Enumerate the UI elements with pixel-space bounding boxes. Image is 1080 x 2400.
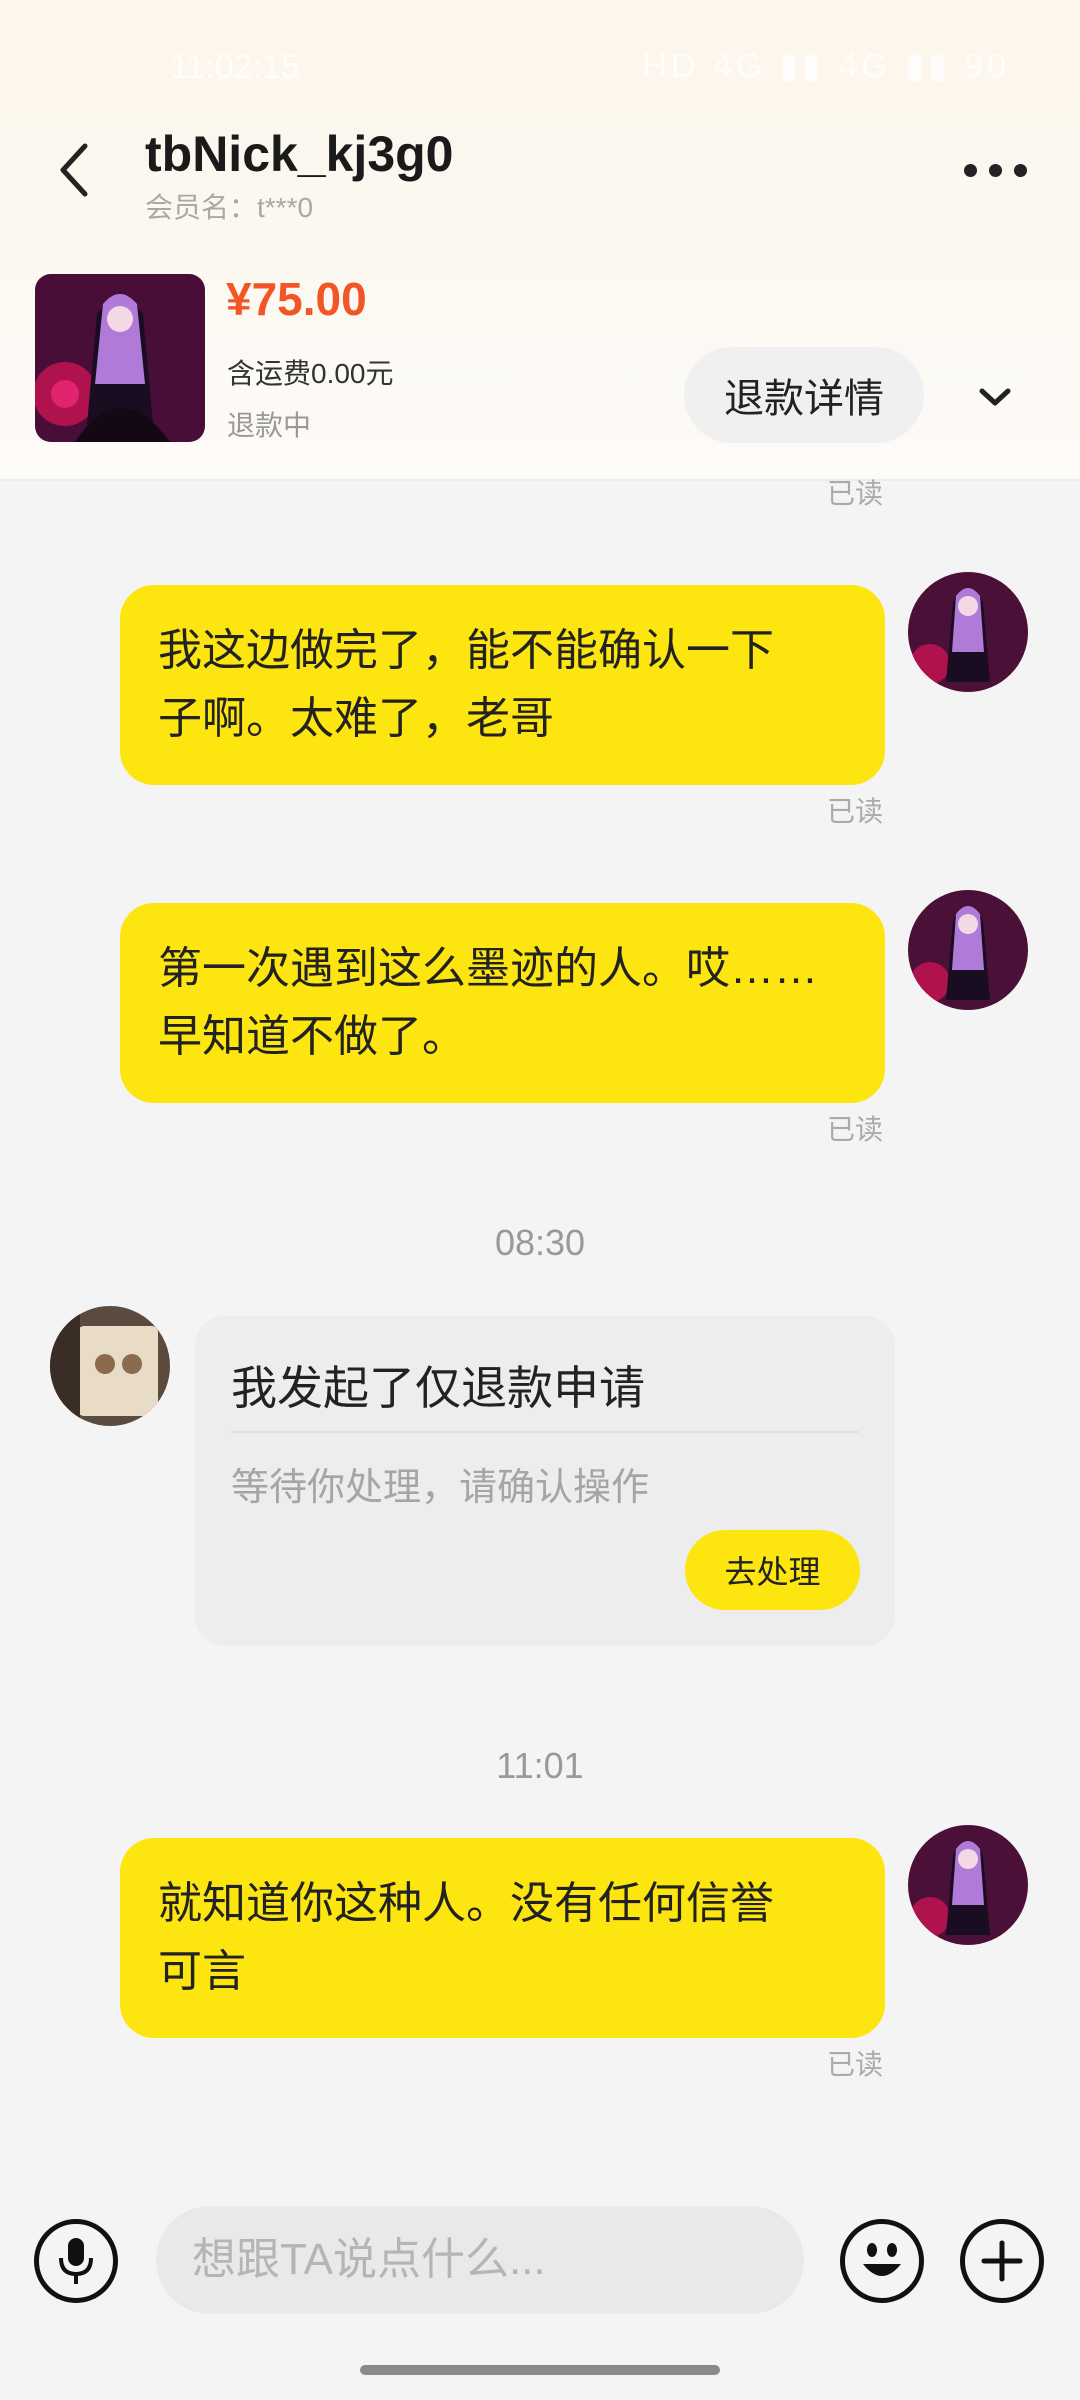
emoji-button[interactable]: [840, 2219, 924, 2303]
microphone-icon: [59, 2238, 93, 2284]
chevron-down-icon: [979, 388, 1011, 406]
message-text-line: 子啊。太难了，老哥: [158, 694, 554, 743]
message-text-line: 可言: [158, 1947, 246, 1996]
my-avatar[interactable]: [908, 1825, 1028, 1945]
order-status: 退款中: [227, 410, 312, 441]
my-avatar[interactable]: [908, 572, 1028, 692]
card-divider: [231, 1431, 859, 1433]
message-bubble[interactable]: 就知道你这种人。没有任何信誉 可言: [120, 1838, 885, 2038]
refund-request-card[interactable]: 我发起了仅退款申请 等待你处理，请确认操作 去处理: [195, 1316, 895, 1646]
product-thumbnail[interactable]: [35, 274, 205, 442]
message-text-line: 我这边做完了，能不能确认一下: [158, 626, 774, 675]
status-icons: HD 4G ▮▮ 4G ▮▮ 90: [642, 47, 1010, 85]
plus-icon: [981, 2240, 1023, 2282]
message-bubble[interactable]: 第一次遇到这么墨迹的人。哎…… 早知道不做了。: [120, 903, 885, 1103]
shipping-fee: 含运费0.00元: [227, 358, 394, 389]
message-text-line: 就知道你这种人。没有任何信誉: [158, 1879, 774, 1928]
message-bubble[interactable]: 我这边做完了，能不能确认一下 子啊。太难了，老哥: [120, 585, 885, 785]
more-dots-icon: [963, 163, 977, 177]
contact-nickname: tbNick_kj3g0: [145, 126, 454, 182]
read-receipt: 已读: [827, 478, 884, 509]
home-indicator[interactable]: [360, 2365, 720, 2375]
emoji-icon: [863, 2243, 901, 2276]
read-receipt: 已读: [827, 2049, 884, 2080]
refund-details-button[interactable]: 退款详情: [684, 347, 924, 443]
message-text-line: 早知道不做了。: [158, 1012, 466, 1061]
more-actions-button[interactable]: [960, 2219, 1044, 2303]
read-receipt: 已读: [827, 1114, 884, 1145]
member-name: 会员名：t***0: [145, 192, 314, 223]
status-bar: 11:02:15 HD 4G ▮▮ 4G ▮▮ 90: [0, 0, 1080, 110]
back-arrow-icon: [60, 143, 88, 197]
card-subtitle: 等待你处理，请确认操作: [231, 1467, 650, 1509]
order-price: ¥75.00: [226, 273, 367, 325]
expand-button[interactable]: [970, 375, 1020, 419]
timestamp: 08:30: [494, 1222, 586, 1263]
contact-avatar[interactable]: [50, 1306, 170, 1426]
voice-button[interactable]: [34, 2219, 118, 2303]
product-image: [35, 274, 205, 442]
chat-header: 11:02:15 HD 4G ▮▮ 4G ▮▮ 90 tbNick_kj3g0 …: [0, 0, 1080, 481]
status-time: 11:02:15: [170, 48, 300, 86]
card-title: 我发起了仅退款申请: [231, 1362, 645, 1414]
message-input[interactable]: [156, 2206, 804, 2314]
read-receipt: 已读: [827, 796, 884, 827]
more-options-button[interactable]: [950, 140, 1040, 200]
message-text-line: 第一次遇到这么墨迹的人。哎……: [158, 944, 818, 993]
handle-button[interactable]: 去处理: [685, 1530, 860, 1610]
timestamp: 11:01: [496, 1745, 584, 1786]
my-avatar[interactable]: [908, 890, 1028, 1010]
back-button[interactable]: [40, 130, 110, 210]
